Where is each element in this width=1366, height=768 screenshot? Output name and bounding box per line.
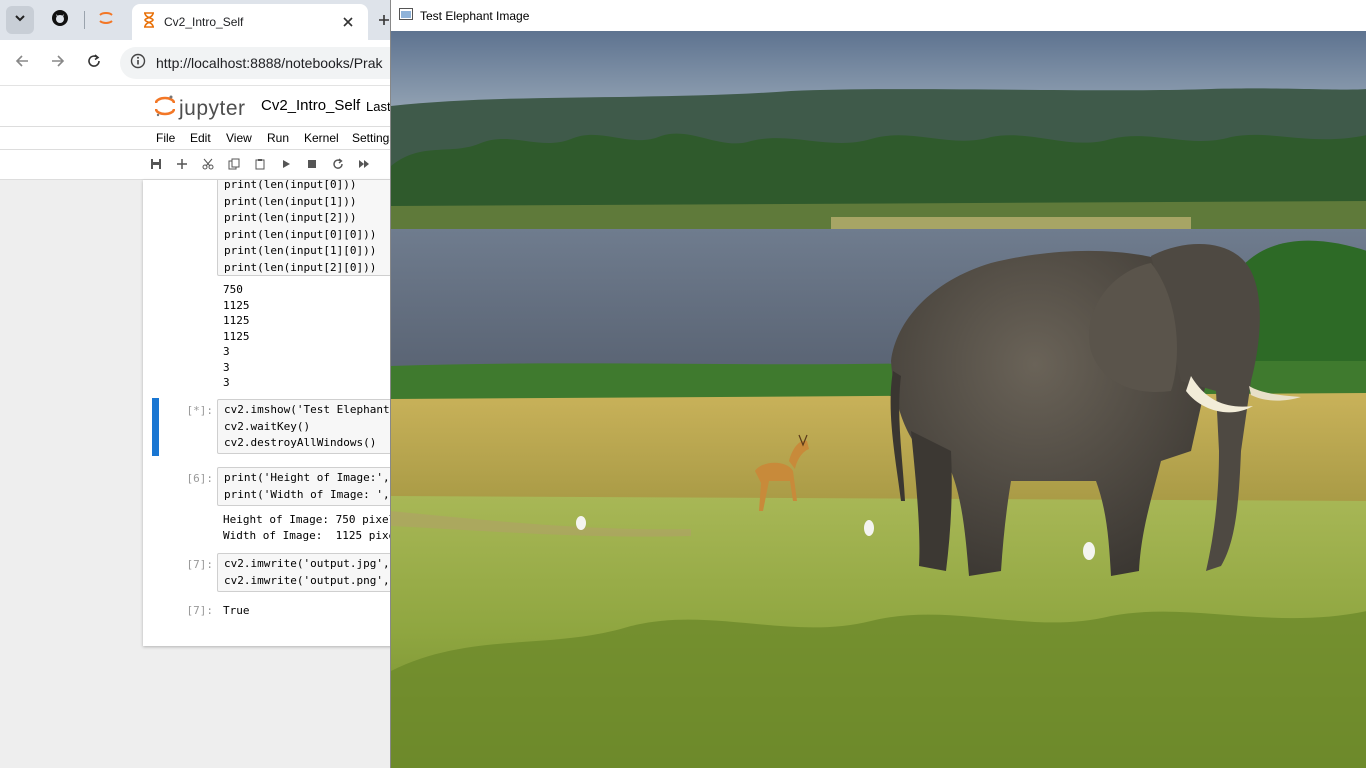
menu-run[interactable]: Run bbox=[267, 131, 289, 145]
run-all-button[interactable] bbox=[355, 156, 373, 174]
cell-prompt: [6]: bbox=[186, 472, 214, 485]
insert-cell-button[interactable] bbox=[173, 156, 191, 174]
arrow-left-icon bbox=[14, 53, 30, 74]
code-line: print('Width of Image: ', bbox=[224, 487, 390, 501]
menu-settings[interactable]: Settings bbox=[352, 131, 395, 145]
code-cell-print-editor[interactable]: print('Height of Image:', print('Width o… bbox=[217, 467, 403, 506]
copy-button[interactable] bbox=[225, 156, 243, 174]
notebook-name[interactable]: Cv2_Intro_Self bbox=[261, 97, 360, 114]
url-text: http://localhost:8888/notebooks/Prak bbox=[156, 55, 383, 71]
output-line: True bbox=[223, 604, 250, 617]
chevron-down-icon bbox=[14, 11, 26, 29]
tab-title: Cv2_Intro_Self bbox=[164, 15, 244, 29]
output-line: 3 bbox=[223, 376, 230, 389]
code-line: print(len(input[0])) bbox=[224, 180, 357, 191]
jupyter-logo-icon bbox=[154, 94, 176, 123]
active-cell-indicator bbox=[152, 398, 159, 456]
plus-icon bbox=[177, 158, 187, 172]
output-line: 1125 bbox=[223, 314, 250, 327]
forward-button[interactable] bbox=[44, 49, 72, 77]
run-button[interactable] bbox=[277, 156, 295, 174]
cell-len-output: 750 1125 1125 1125 3 3 3 bbox=[223, 282, 250, 391]
code-line: print('Height of Image:', bbox=[224, 471, 390, 484]
output-line: 3 bbox=[223, 345, 230, 358]
code-cell-len-editor[interactable]: print(len(input[0])) print(len(input[1])… bbox=[217, 180, 403, 276]
close-icon bbox=[343, 14, 353, 30]
pinned-tab-jupyter[interactable] bbox=[88, 6, 124, 34]
notebook-panel: print(len(input[0])) print(len(input[1])… bbox=[143, 180, 403, 646]
tab-search-button[interactable] bbox=[6, 6, 34, 34]
image-window: Test Elephant Image bbox=[390, 0, 1366, 768]
restart-icon bbox=[332, 157, 344, 173]
code-cell-imshow-editor[interactable]: cv2.imshow('Test Elephant cv2.waitKey() … bbox=[217, 399, 403, 454]
code-cell-write-editor[interactable]: cv2.imwrite('output.jpg', cv2.imwrite('o… bbox=[217, 553, 403, 592]
active-tab[interactable]: Cv2_Intro_Self bbox=[132, 4, 368, 40]
code-line: cv2.imshow('Test Elephant bbox=[224, 403, 390, 416]
menu-view[interactable]: View bbox=[226, 131, 252, 145]
hourglass-icon bbox=[142, 11, 156, 33]
code-line: print(len(input[1][0])) bbox=[224, 244, 377, 257]
jupyter-wordmark: jupyter bbox=[179, 96, 246, 120]
code-line: cv2.waitKey() bbox=[224, 419, 311, 433]
fast-forward-icon bbox=[358, 159, 370, 172]
copy-icon bbox=[228, 158, 240, 173]
github-icon bbox=[51, 9, 69, 32]
output-line: 1125 bbox=[223, 298, 250, 312]
code-line: print(len(input[0][0])) bbox=[224, 227, 377, 241]
tab-separator bbox=[84, 11, 85, 29]
code-line: print(len(input[2])) bbox=[224, 211, 357, 224]
info-icon[interactable] bbox=[130, 53, 146, 74]
tab-close-button[interactable] bbox=[338, 12, 358, 32]
code-line: cv2.imwrite('output.jpg', bbox=[224, 557, 390, 570]
window-title: Test Elephant Image bbox=[420, 8, 530, 23]
cell-print-output: Height of Image: 750 pixel Width of Imag… bbox=[223, 512, 395, 543]
menu-kernel[interactable]: Kernel bbox=[304, 131, 339, 145]
play-icon bbox=[281, 159, 291, 172]
output-prompt: [7]: bbox=[186, 604, 214, 617]
interrupt-button[interactable] bbox=[303, 156, 321, 174]
arrow-right-icon bbox=[50, 53, 66, 74]
jupyter-icon bbox=[97, 9, 115, 32]
code-line: print(len(input[2][0])) bbox=[224, 260, 377, 274]
menu-file[interactable]: File bbox=[156, 131, 175, 145]
cut-button[interactable] bbox=[199, 156, 217, 174]
window-titlebar[interactable]: Test Elephant Image bbox=[391, 0, 1366, 31]
reload-button[interactable] bbox=[80, 49, 108, 77]
plus-icon bbox=[378, 10, 390, 31]
jupyter-logo[interactable]: jupyter bbox=[154, 94, 246, 123]
scissors-icon bbox=[202, 158, 214, 173]
output-line: Width of Image: 1125 pixe bbox=[223, 528, 396, 542]
code-line: print(len(input[1])) bbox=[224, 194, 357, 208]
code-line: cv2.imwrite('output.png', bbox=[224, 573, 390, 587]
output-line: 3 bbox=[223, 360, 230, 374]
cell-prompt: [7]: bbox=[186, 558, 214, 571]
save-button[interactable] bbox=[147, 156, 165, 174]
cell-prompt: [*]: bbox=[186, 404, 214, 417]
pinned-tab-github[interactable] bbox=[42, 6, 78, 34]
window-app-icon bbox=[399, 7, 413, 25]
menu-edit[interactable]: Edit bbox=[190, 131, 211, 145]
last-checkpoint: Last bbox=[366, 99, 391, 114]
restart-button[interactable] bbox=[329, 156, 347, 174]
stop-icon bbox=[307, 159, 317, 172]
output-line: 750 bbox=[223, 283, 243, 296]
output-line: Height of Image: 750 pixel bbox=[223, 513, 396, 526]
reload-icon bbox=[86, 53, 102, 74]
elephant-image bbox=[391, 31, 1366, 768]
save-icon bbox=[150, 158, 162, 173]
clipboard-icon bbox=[254, 158, 266, 173]
elephant-photo bbox=[391, 31, 1366, 768]
paste-button[interactable] bbox=[251, 156, 269, 174]
output-line: 1125 bbox=[223, 329, 250, 343]
code-line: cv2.destroyAllWindows() bbox=[224, 436, 377, 449]
back-button[interactable] bbox=[8, 49, 36, 77]
